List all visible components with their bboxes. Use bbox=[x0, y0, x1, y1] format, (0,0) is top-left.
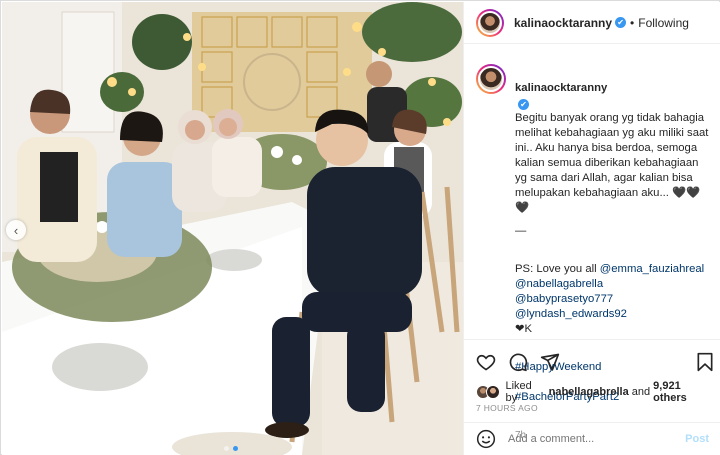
bookmark-icon[interactable] bbox=[695, 352, 715, 372]
emoji-icon[interactable] bbox=[476, 429, 496, 449]
comment-input[interactable] bbox=[508, 433, 658, 445]
caption-username[interactable]: kalinaocktaranny bbox=[515, 82, 607, 94]
carousel-indicator bbox=[224, 446, 238, 451]
send-icon[interactable] bbox=[540, 352, 560, 372]
chevron-left-icon: ‹ bbox=[13, 222, 19, 238]
verified-badge-icon: ✔ bbox=[615, 17, 627, 28]
heart-icon[interactable] bbox=[476, 352, 496, 372]
comment-icon[interactable] bbox=[508, 352, 528, 372]
post-timestamp[interactable]: 7 HOURS AGO bbox=[476, 403, 538, 413]
verified-badge-icon: ✔ bbox=[518, 99, 529, 110]
likes-summary: Liked by nabellagabrella and 9,921 other… bbox=[476, 380, 716, 404]
post-sidebar: kalinaocktaranny ✔ • Following kalinaock… bbox=[463, 2, 720, 455]
mention-link[interactable]: @babyprasetyo777 bbox=[515, 293, 613, 305]
caption-dash: — bbox=[515, 225, 527, 237]
likes-count[interactable]: 9,921 others bbox=[653, 380, 716, 404]
post-photo[interactable]: ‹ bbox=[2, 2, 463, 455]
photo-illustration bbox=[2, 2, 463, 455]
instagram-post: ‹ kalinaocktaranny ✔ • Following kalinao… bbox=[0, 0, 720, 455]
separator-dot: • bbox=[630, 15, 635, 30]
following-button[interactable]: Following bbox=[638, 16, 689, 30]
mention-link[interactable]: @emma_fauziahreal bbox=[600, 263, 704, 275]
header-username[interactable]: kalinaocktaranny bbox=[514, 16, 612, 30]
liker-avatar bbox=[485, 385, 500, 399]
caption-avatar[interactable] bbox=[476, 64, 506, 94]
caption-body: Begitu banyak orang yg tidak bahagia mel… bbox=[515, 112, 709, 214]
carousel-prev-button[interactable]: ‹ bbox=[6, 220, 26, 240]
mention-link[interactable]: @lyndash_edwards92 bbox=[515, 308, 627, 320]
caption-ps: PS: Love you all bbox=[515, 263, 600, 275]
mention-link[interactable]: @nabellagabrella bbox=[515, 278, 603, 290]
likes-and: and bbox=[628, 386, 654, 398]
action-bar bbox=[464, 339, 720, 383]
post-button[interactable]: Post bbox=[685, 433, 709, 445]
liker-username[interactable]: nabellagabrella bbox=[549, 386, 629, 398]
likes-prefix: Liked by bbox=[505, 380, 532, 404]
caption-section: kalinaocktaranny ✔ Begitu banyak orang y… bbox=[464, 54, 720, 441]
carousel-dot-active bbox=[233, 446, 238, 451]
comment-bar: Post bbox=[464, 422, 720, 455]
post-header: kalinaocktaranny ✔ • Following bbox=[464, 2, 720, 44]
avatar[interactable] bbox=[476, 8, 504, 37]
caption-heart: ❤K bbox=[515, 323, 533, 335]
carousel-dot bbox=[224, 446, 229, 451]
